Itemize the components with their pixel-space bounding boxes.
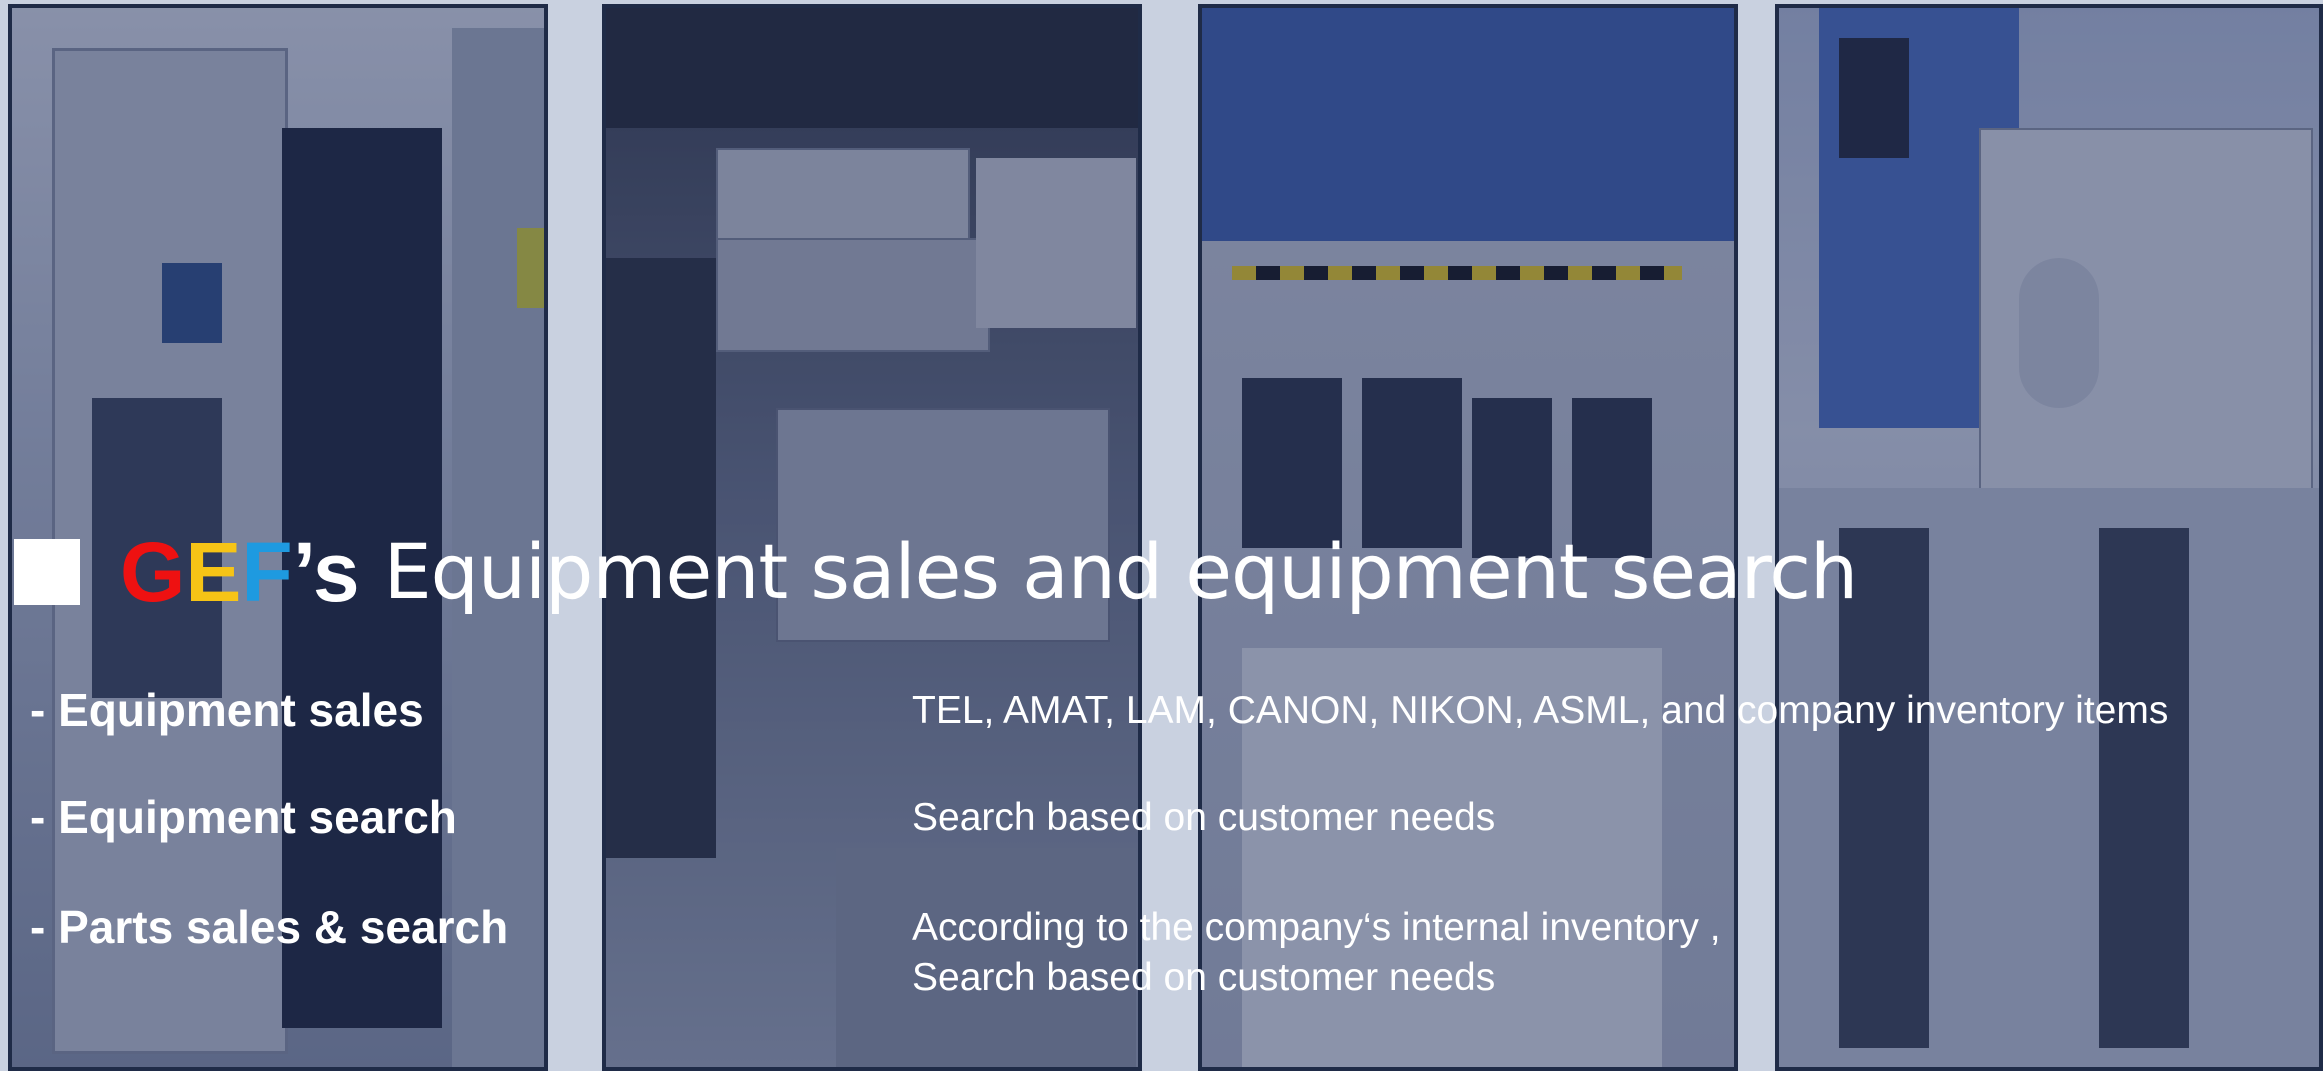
brand-logo-text: GEF’s [120,525,360,619]
equipment-photo-4 [1775,4,2323,1071]
row-desc-equipment-sales: TEL, AMAT, LAM, CANON, NIKON, ASML, and … [912,689,2169,732]
title-text: Equipment sales and equipment search [383,527,1859,616]
row-desc-parts-sales-search-line2: Search based on customer needs [912,956,1496,999]
row-desc-equipment-search: Search based on customer needs [912,796,1496,839]
row-desc-parts-sales-search: According to the company‘s internal inve… [912,906,1721,949]
row-label-equipment-sales: - Equipment sales [30,684,424,736]
slide-title: GEF’s Equipment sales and equipment sear… [14,525,1859,619]
bullet-square [14,539,80,605]
row-label-parts-sales-search: - Parts sales & search [30,901,509,953]
row-label-equipment-search: - Equipment search [30,791,457,843]
